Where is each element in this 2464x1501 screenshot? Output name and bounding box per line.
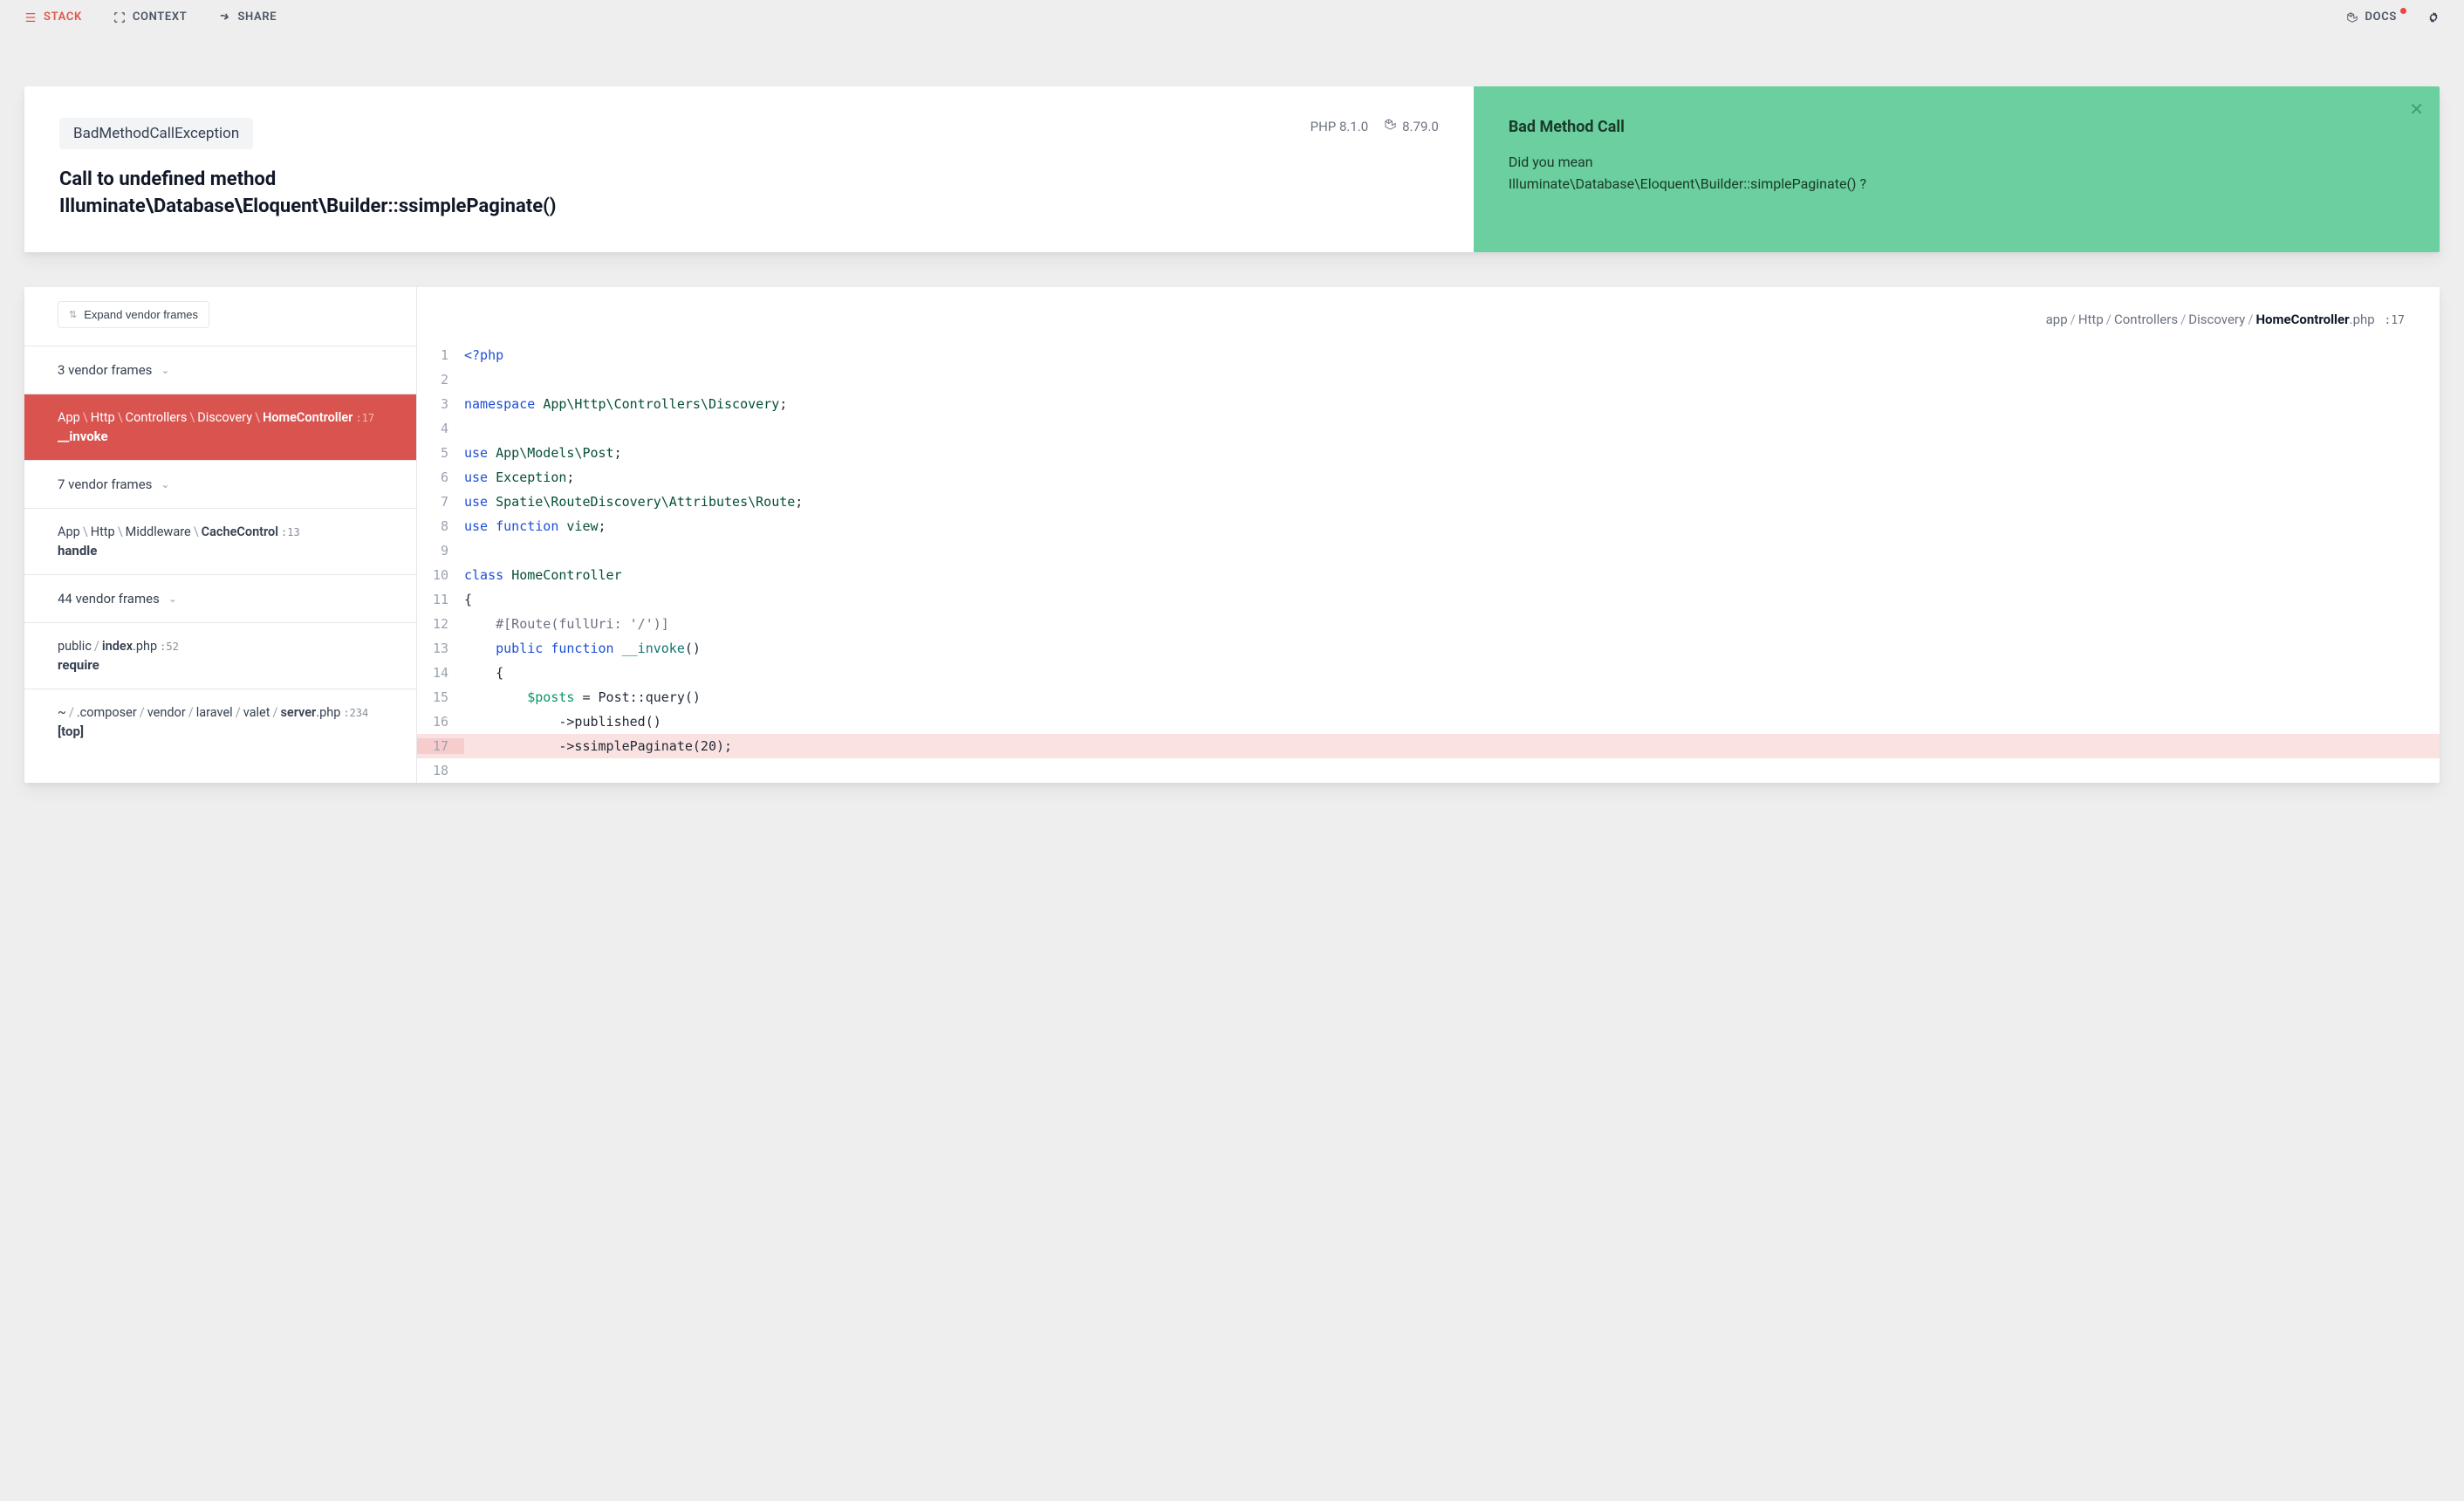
laravel-icon [2346,11,2358,24]
expand-icon: ⇅ [69,309,77,320]
stack-frame[interactable]: public/index.php:52require [24,622,416,689]
nav-stack-label: STACK [44,10,82,24]
solution-title: Bad Method Call [1509,118,2405,136]
close-icon[interactable]: ✕ [2409,99,2424,120]
code-line: 13 public function __invoke() [417,636,2440,661]
env-meta: PHP 8.1.0 8.79.0 [1311,118,1439,134]
exception-class-badge: BadMethodCallException [59,118,253,149]
notification-dot-icon [2400,8,2406,14]
nav-docs[interactable]: DOCS [2346,10,2410,24]
gear-icon [2427,11,2440,24]
nav-stack[interactable]: STACK [24,10,82,24]
code-line: 12 #[Route(fullUri: '/')] [417,612,2440,636]
code-line: 14 { [417,661,2440,685]
solution-panel: ✕ Bad Method Call Did you mean Illuminat… [1474,86,2440,252]
code-line: 2 [417,367,2440,392]
code-line: 4 [417,416,2440,441]
code-pane: app/Http/Controllers/Discovery/HomeContr… [417,287,2440,783]
code-line: 5use App\Models\Post; [417,441,2440,465]
top-nav: STACK CONTEXT SHARE DOCS [0,0,2464,34]
vendor-frames-collapsed[interactable]: 44 vendor frames ⌄ [24,574,416,622]
code-line: 16 ->published() [417,709,2440,734]
stack-frame[interactable]: App\Http\Middleware\CacheControl:13handl… [24,508,416,574]
php-version: PHP 8.1.0 [1311,119,1369,134]
nav-context[interactable]: CONTEXT [113,10,188,24]
code-line: 6use Exception; [417,465,2440,490]
code-line: 9 [417,538,2440,563]
file-path: app/Http/Controllers/Discovery/HomeContr… [417,305,2440,343]
laravel-icon [1384,118,1397,134]
stack-frame[interactable]: ~/.composer/vendor/laravel/valet/server.… [24,689,416,755]
laravel-version: 8.79.0 [1402,119,1439,134]
chevron-down-icon: ⌄ [161,478,169,490]
stack-icon [24,11,37,24]
chevron-down-icon: ⌄ [168,593,177,605]
code-line: 10class HomeController [417,563,2440,587]
vendor-frames-collapsed[interactable]: 3 vendor frames ⌄ [24,346,416,394]
nav-context-label: CONTEXT [133,10,188,24]
nav-share-label: SHARE [237,10,277,24]
code-listing: 1<?php23namespace App\Http\Controllers\D… [417,343,2440,783]
stack-card: ⇅ Expand vendor frames 3 vendor frames ⌄… [24,287,2440,783]
nav-share[interactable]: SHARE [218,10,277,24]
code-line: 7use Spatie\RouteDiscovery\Attributes\Ro… [417,490,2440,514]
frames-sidebar: ⇅ Expand vendor frames 3 vendor frames ⌄… [24,287,417,783]
code-line: 18 [417,758,2440,783]
code-line: 11{ [417,587,2440,612]
expand-vendor-label: Expand vendor frames [84,308,198,321]
code-line: 1<?php [417,343,2440,367]
code-line: 15 $posts = Post::query() [417,685,2440,709]
stack-frame[interactable]: App\Http\Controllers\Discovery\HomeContr… [24,394,416,460]
vendor-frames-collapsed[interactable]: 7 vendor frames ⌄ [24,460,416,508]
context-icon [113,11,126,24]
expand-vendor-button[interactable]: ⇅ Expand vendor frames [58,301,209,328]
error-header-card: PHP 8.1.0 8.79.0 BadMethodCallException … [24,86,2440,252]
code-line: 17 ->ssimplePaginate(20); [417,734,2440,758]
nav-docs-label: DOCS [2365,10,2397,24]
code-line: 8use function view; [417,514,2440,538]
share-icon [218,11,230,24]
chevron-down-icon: ⌄ [161,364,169,376]
error-message: Call to undefined method Illuminate\Data… [59,167,1439,221]
solution-text: Did you mean Illuminate\Database\Eloquen… [1509,152,2405,195]
code-line: 3namespace App\Http\Controllers\Discover… [417,392,2440,416]
settings-button[interactable] [2427,11,2440,24]
